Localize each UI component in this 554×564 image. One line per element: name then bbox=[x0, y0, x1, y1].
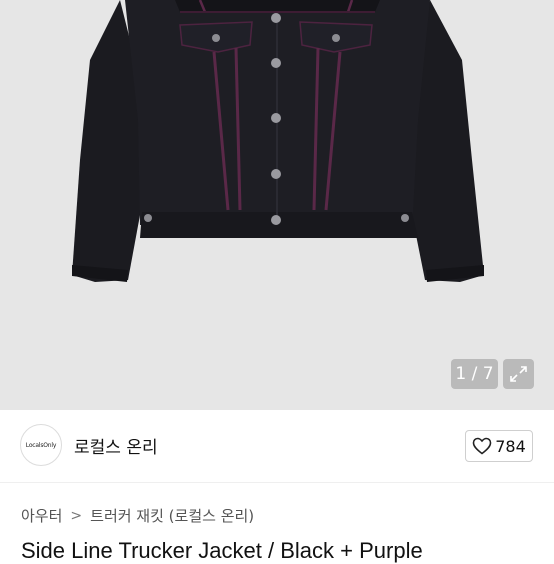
breadcrumb-item-outer[interactable]: 아우터 bbox=[21, 505, 62, 526]
jacket-photo bbox=[0, 0, 554, 410]
expand-icon bbox=[510, 366, 527, 382]
seller-name[interactable]: 로컬스 온리 bbox=[74, 433, 158, 458]
image-counter: 1 / 7 bbox=[451, 359, 498, 389]
product-title: Side Line Trucker Jacket / Black + Purpl… bbox=[21, 538, 423, 563]
like-button[interactable]: 784 bbox=[465, 430, 533, 462]
product-image[interactable]: 1 / 7 bbox=[0, 0, 554, 410]
heart-outline-icon bbox=[472, 437, 492, 455]
like-count: 784 bbox=[495, 436, 526, 456]
breadcrumb-item-trucker-jacket[interactable]: 트러커 재킷 (로컬스 온리) bbox=[90, 505, 254, 526]
breadcrumb-separator: > bbox=[70, 507, 83, 524]
seller-row: LocalsOnly 로컬스 온리 784 bbox=[0, 410, 554, 482]
seller-logo-text: LocalsOnly bbox=[25, 441, 57, 449]
seller-avatar[interactable]: LocalsOnly bbox=[20, 424, 62, 466]
expand-button[interactable] bbox=[503, 359, 534, 389]
breadcrumb: 아우터 > 트러커 재킷 (로컬스 온리) bbox=[21, 505, 254, 526]
divider bbox=[0, 482, 554, 483]
